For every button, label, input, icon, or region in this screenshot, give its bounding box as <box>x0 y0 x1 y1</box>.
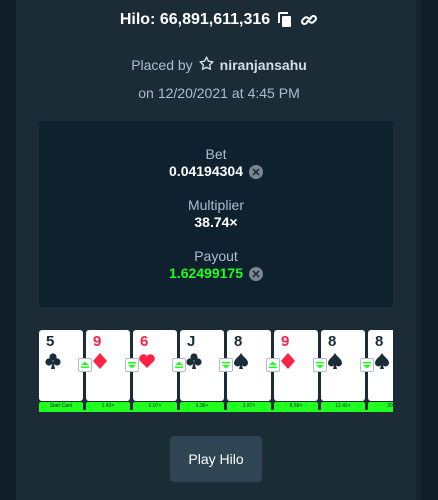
bet-title: Hilo: 66,891,611,316 <box>119 11 271 28</box>
placed-by-label: Placed by <box>131 57 193 73</box>
modal-header: Hilo: 66,891,611,316 <box>16 8 422 32</box>
bet-stats-panel: Bet 0.04194304 Multiplier 38.74× Payout … <box>39 121 393 307</box>
link-icon[interactable] <box>300 11 318 29</box>
crypto-coin-icon <box>248 164 263 179</box>
playing-card: 8 <box>227 330 271 401</box>
card-history[interactable]: 5 Start Card 9 1.43× 6 2.07× J 3.36× 8 3… <box>39 330 393 412</box>
diamond-icon <box>281 353 295 369</box>
crypto-coin-icon <box>248 266 263 281</box>
date-value: 12/20/2021 <box>157 85 228 101</box>
guess-higher-icon <box>266 358 280 372</box>
multiplier-stat: Multiplier 38.74× <box>39 197 393 231</box>
playing-card: 5 <box>39 330 83 401</box>
spade-icon <box>328 353 342 369</box>
copy-icon[interactable] <box>276 11 294 29</box>
play-hilo-button[interactable]: Play Hilo <box>170 436 262 482</box>
playing-card: 8 <box>321 330 365 401</box>
playing-card: 9 <box>274 330 318 401</box>
spade-icon <box>234 353 248 369</box>
card-rank: 8 <box>328 333 337 350</box>
guess-higher-icon <box>172 358 186 372</box>
card-rank: 8 <box>375 333 384 350</box>
spade-icon <box>375 353 389 369</box>
scrollbar[interactable] <box>416 0 422 500</box>
bet-date: on 12/20/2021 at 4:45 PM <box>16 83 422 103</box>
card-rank: 9 <box>281 333 290 350</box>
guess-lower-icon <box>360 358 374 372</box>
payout-value: 1.62499175 <box>169 265 243 281</box>
diamond-icon <box>93 353 107 369</box>
card-strip-divider <box>39 410 393 412</box>
payout-label: Payout <box>194 248 238 264</box>
placed-by-row: Placed by niranjansahu <box>16 55 422 75</box>
guess-lower-icon <box>313 358 327 372</box>
club-icon <box>45 353 61 369</box>
card-rank: 9 <box>93 333 102 350</box>
bet-stat: Bet 0.04194304 <box>39 146 393 180</box>
heart-icon <box>139 354 155 368</box>
time-value: 4:45 PM <box>247 85 300 101</box>
card-rank: 8 <box>234 333 243 350</box>
multiplier-label: Multiplier <box>187 197 244 213</box>
date-at: at <box>231 85 244 101</box>
card-rank: 5 <box>46 333 55 350</box>
bet-details-modal: Hilo: 66,891,611,316 Placed by niranjans… <box>16 0 422 500</box>
playing-card: 6 <box>133 330 177 401</box>
card-rank: J <box>187 333 196 350</box>
club-icon <box>186 353 202 369</box>
guess-lower-icon <box>219 358 233 372</box>
playing-card: J <box>180 330 224 401</box>
date-prefix: on <box>138 85 154 101</box>
star-icon <box>199 56 214 74</box>
payout-amount: 1.62499175 <box>39 265 393 282</box>
payout-stat: Payout 1.62499175 <box>39 248 393 282</box>
username-link[interactable]: niranjansahu <box>220 57 307 73</box>
bet-label: Bet <box>205 146 227 162</box>
guess-lower-icon <box>125 358 139 372</box>
multiplier-value: 38.74× <box>194 214 238 230</box>
playing-card: 9 <box>86 330 130 401</box>
card-rank: 6 <box>140 333 149 350</box>
bet-value: 0.04194304 <box>169 163 243 179</box>
guess-higher-icon <box>78 358 92 372</box>
bet-amount: 0.04194304 <box>39 163 393 180</box>
